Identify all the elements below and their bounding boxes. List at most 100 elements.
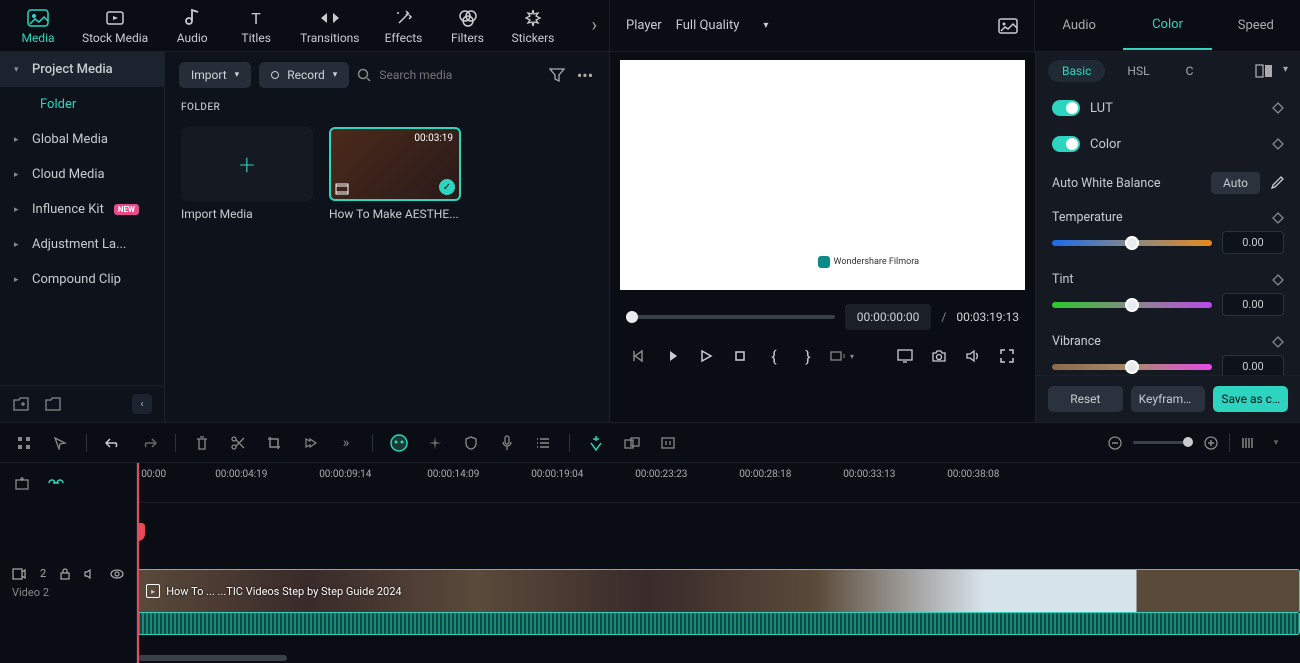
filter-icon[interactable] [547,65,567,85]
right-tab-speed[interactable]: Speed [1212,2,1300,49]
seek-bar[interactable] [626,315,835,319]
sidebar-adjustment-layer[interactable]: ▸Adjustment La... [0,227,164,262]
chevron-down-icon[interactable]: ▾ [1283,64,1288,78]
tab-transitions[interactable]: Transitions [290,3,369,49]
right-tab-audio[interactable]: Audio [1035,2,1123,49]
reset-button[interactable]: Reset [1048,386,1123,412]
media-clip-tile[interactable]: 00:03:19 ✓ How To Make AESTHE... [329,127,461,221]
collapse-sidebar-icon[interactable]: ‹ [132,394,152,414]
playhead[interactable] [137,463,139,663]
cursor-icon[interactable] [50,433,70,453]
undo-icon[interactable] [103,433,123,453]
timeline-audio-clip[interactable] [137,613,1300,635]
list-icon[interactable] [533,433,553,453]
keyframe-icon[interactable] [1272,212,1284,224]
keyframe-icon[interactable] [1272,138,1284,150]
lut-toggle[interactable] [1052,100,1080,116]
more-icon[interactable]: ••• [575,65,595,85]
sparkle-icon[interactable] [425,433,445,453]
volume-button[interactable] [961,344,985,368]
track-height-icon[interactable] [1238,433,1258,453]
new-folder-icon[interactable] [12,395,30,413]
import-media-tile[interactable]: + Import Media [181,127,313,221]
tab-media[interactable]: Media [8,3,68,49]
auto-button[interactable]: Auto [1211,172,1260,194]
keyframe-panel-button[interactable]: Keyframe P... [1131,386,1206,412]
keyframe-icon[interactable] [1272,102,1284,114]
group-icon[interactable] [622,433,642,453]
timeline-scrollbar[interactable] [137,655,287,661]
step-back-button[interactable] [660,344,684,368]
zoom-in-icon[interactable] [1201,433,1221,453]
shield-icon[interactable] [461,433,481,453]
import-button[interactable]: Import▾ [179,62,251,88]
seek-handle[interactable] [626,311,638,323]
video-track-icon[interactable] [12,568,26,580]
timeline-clip[interactable]: ▸ How To ... ...TIC Videos Step by Step … [137,569,1300,613]
playback-options-button[interactable]: ▾ [830,344,854,368]
temperature-value[interactable]: 0.00 [1222,231,1284,254]
folder-icon[interactable] [44,395,62,413]
keyframe-icon[interactable] [1272,336,1284,348]
speed-icon[interactable] [300,433,320,453]
mark-out-button[interactable]: } [796,344,820,368]
tab-filters[interactable]: Filters [438,3,498,49]
tint-slider[interactable] [1052,302,1212,308]
compare-icon[interactable] [1255,64,1273,78]
zoom-slider[interactable] [1133,441,1193,444]
chevron-down-icon[interactable]: ▾ [1266,433,1286,453]
marker-icon[interactable] [586,433,606,453]
tab-stock-media[interactable]: Stock Media [72,3,158,49]
color-toggle[interactable] [1052,136,1080,152]
sidebar-global-media[interactable]: ▸Global Media [0,122,164,157]
mic-icon[interactable] [497,433,517,453]
tabs-more-icon[interactable]: › [588,11,601,40]
vibrance-slider[interactable] [1052,364,1212,370]
split-icon[interactable] [228,433,248,453]
right-tab-color[interactable]: Color [1123,1,1211,50]
mark-in-button[interactable]: { [762,344,786,368]
sidebar-cloud-media[interactable]: ▸Cloud Media [0,157,164,192]
grid-icon[interactable] [14,433,34,453]
delete-icon[interactable] [192,433,212,453]
tint-value[interactable]: 0.00 [1222,293,1284,316]
play-button[interactable] [694,344,718,368]
tab-titles[interactable]: T Titles [226,3,286,49]
quality-select[interactable]: Full Quality ▾ [676,18,769,33]
sidebar-project-media[interactable]: ▾ Project Media [0,52,164,87]
lock-icon[interactable] [60,568,70,580]
sidebar-influence-kit[interactable]: ▸Influence KitNEW [0,192,164,227]
display-button[interactable] [893,344,917,368]
player-viewport[interactable]: Wondershare Filmora [620,60,1025,290]
visibility-icon[interactable] [110,569,124,579]
add-track-icon[interactable] [12,473,32,493]
subtab-hsl[interactable]: HSL [1113,60,1163,82]
eyedropper-icon[interactable] [1270,176,1284,190]
record-button[interactable]: Record▾ [259,62,349,88]
mute-icon[interactable] [84,569,96,579]
keyframe-icon[interactable] [1272,274,1284,286]
tab-stickers[interactable]: Stickers [502,3,565,49]
link-icon[interactable] [46,473,66,493]
tab-audio[interactable]: Audio [162,3,222,49]
expand-icon[interactable] [658,433,678,453]
timeline-ruler[interactable]: 00:00 00:00:04:19 00:00:09:14 00:00:14:0… [137,463,1300,503]
crop-icon[interactable] [264,433,284,453]
search-input[interactable] [379,68,539,82]
camera-button[interactable] [927,344,951,368]
stop-button[interactable] [728,344,752,368]
sidebar-compound-clip[interactable]: ▸Compound Clip [0,262,164,297]
redo-icon[interactable] [139,433,159,453]
vibrance-value[interactable]: 0.00 [1222,355,1284,375]
more-tools-icon[interactable]: » [336,433,356,453]
subtab-basic[interactable]: Basic [1048,60,1105,82]
sidebar-folder[interactable]: Folder [0,87,164,122]
prev-frame-button[interactable] [626,344,650,368]
ai-icon[interactable] [389,433,409,453]
fullscreen-button[interactable] [995,344,1019,368]
search-icon[interactable] [357,68,371,82]
save-preset-button[interactable]: Save as cu... [1213,386,1288,412]
tab-effects[interactable]: Effects [374,3,434,49]
snapshot-icon[interactable] [998,18,1018,34]
subtab-curves[interactable]: C [1172,60,1208,82]
